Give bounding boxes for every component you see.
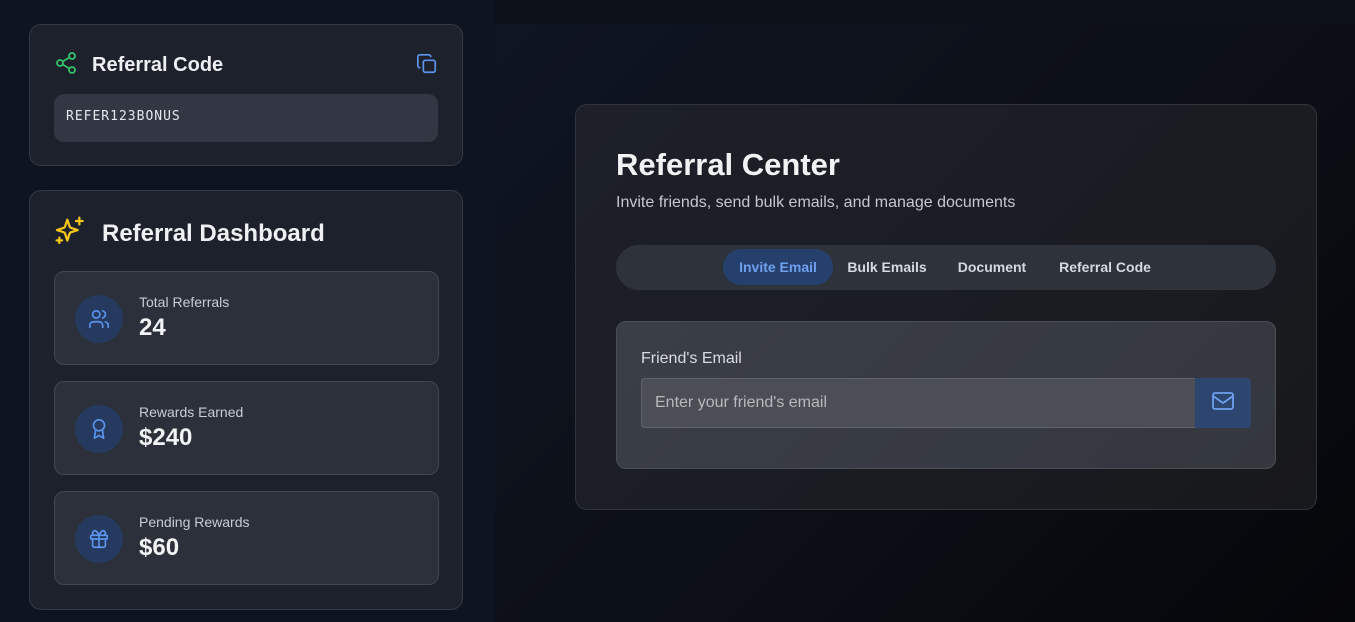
referral-code-card: Referral Code REFER123BONUS	[29, 24, 463, 166]
tab-bulk-emails[interactable]: Bulk Emails	[838, 249, 936, 285]
email-field-label: Friend's Email	[641, 350, 742, 367]
stat-label: Pending Rewards	[139, 514, 250, 530]
page-title: Referral Center	[616, 147, 840, 182]
invite-email-form: Friend's Email	[616, 321, 1276, 469]
tab-document[interactable]: Document	[946, 249, 1038, 285]
stat-value: $240	[139, 424, 193, 451]
page: Referral Code REFER123BONUS Referral Das…	[0, 0, 1355, 622]
stat-value: 24	[139, 314, 166, 341]
send-invite-button[interactable]	[1195, 378, 1251, 428]
email-field[interactable]	[641, 378, 1195, 428]
left-column: Referral Code REFER123BONUS Referral Das…	[0, 0, 495, 622]
stat-pending-rewards: Pending Rewards $60	[54, 491, 439, 585]
sparkles-icon	[54, 215, 86, 252]
tab-bar: Invite Email Bulk Emails Document Referr…	[616, 245, 1276, 290]
share-icon	[54, 51, 78, 80]
gift-icon	[75, 515, 123, 563]
tab-referral-code[interactable]: Referral Code	[1048, 249, 1162, 285]
page-subtitle: Invite friends, send bulk emails, and ma…	[616, 194, 1016, 211]
tab-invite-email[interactable]: Invite Email	[723, 249, 833, 285]
referral-code-title: Referral Code	[92, 54, 224, 76]
mail-icon	[1211, 389, 1235, 418]
referral-code-value[interactable]: REFER123BONUS	[54, 94, 438, 142]
stat-value: $60	[139, 534, 180, 561]
users-icon	[75, 295, 123, 343]
stat-label: Rewards Earned	[139, 404, 244, 420]
referral-dashboard-card: Referral Dashboard Total Referrals 24 Re…	[29, 190, 463, 610]
stat-rewards-earned: Rewards Earned $240	[54, 381, 439, 475]
award-icon	[75, 405, 123, 453]
dashboard-title: Referral Dashboard	[102, 219, 325, 247]
referral-code-header: Referral Code	[54, 51, 223, 80]
stat-label: Total Referrals	[139, 294, 230, 310]
copy-icon[interactable]	[416, 53, 438, 75]
referral-center-card: Referral Center Invite friends, send bul…	[575, 104, 1317, 510]
dashboard-header: Referral Dashboard	[54, 215, 325, 252]
stat-total-referrals: Total Referrals 24	[54, 271, 439, 365]
